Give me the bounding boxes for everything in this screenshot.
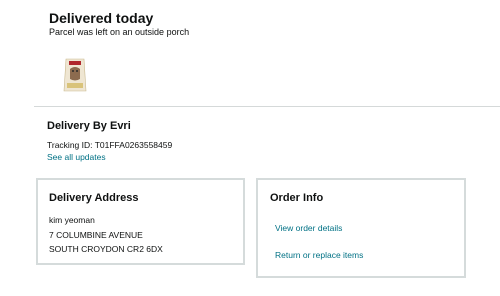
delivery-address-card: Delivery Address kim yeoman 7 COLUMBINE … (36, 178, 245, 265)
delivery-status-subtitle: Parcel was left on an outside porch (49, 27, 190, 37)
address-city-postcode: SOUTH CROYDON CR2 6DX (49, 244, 163, 254)
cat-food-bag-icon[interactable] (60, 55, 90, 95)
address-street: 7 COLUMBINE AVENUE (49, 230, 143, 240)
see-all-updates-link[interactable]: See all updates (47, 152, 106, 162)
return-replace-items-link[interactable]: Return or replace items (275, 250, 363, 260)
delivery-address-title: Delivery Address (49, 192, 139, 204)
view-order-details-link[interactable]: View order details (275, 223, 342, 233)
order-info-title: Order Info (270, 192, 324, 204)
order-info-card: Order Info View order details Return or … (256, 178, 466, 278)
section-divider (34, 106, 500, 107)
carrier-title: Delivery By Evri (47, 120, 131, 132)
address-name: kim yeoman (49, 215, 95, 225)
delivery-status-title: Delivered today (49, 10, 154, 26)
tracking-id: Tracking ID: T01FFA0263558459 (47, 140, 173, 150)
